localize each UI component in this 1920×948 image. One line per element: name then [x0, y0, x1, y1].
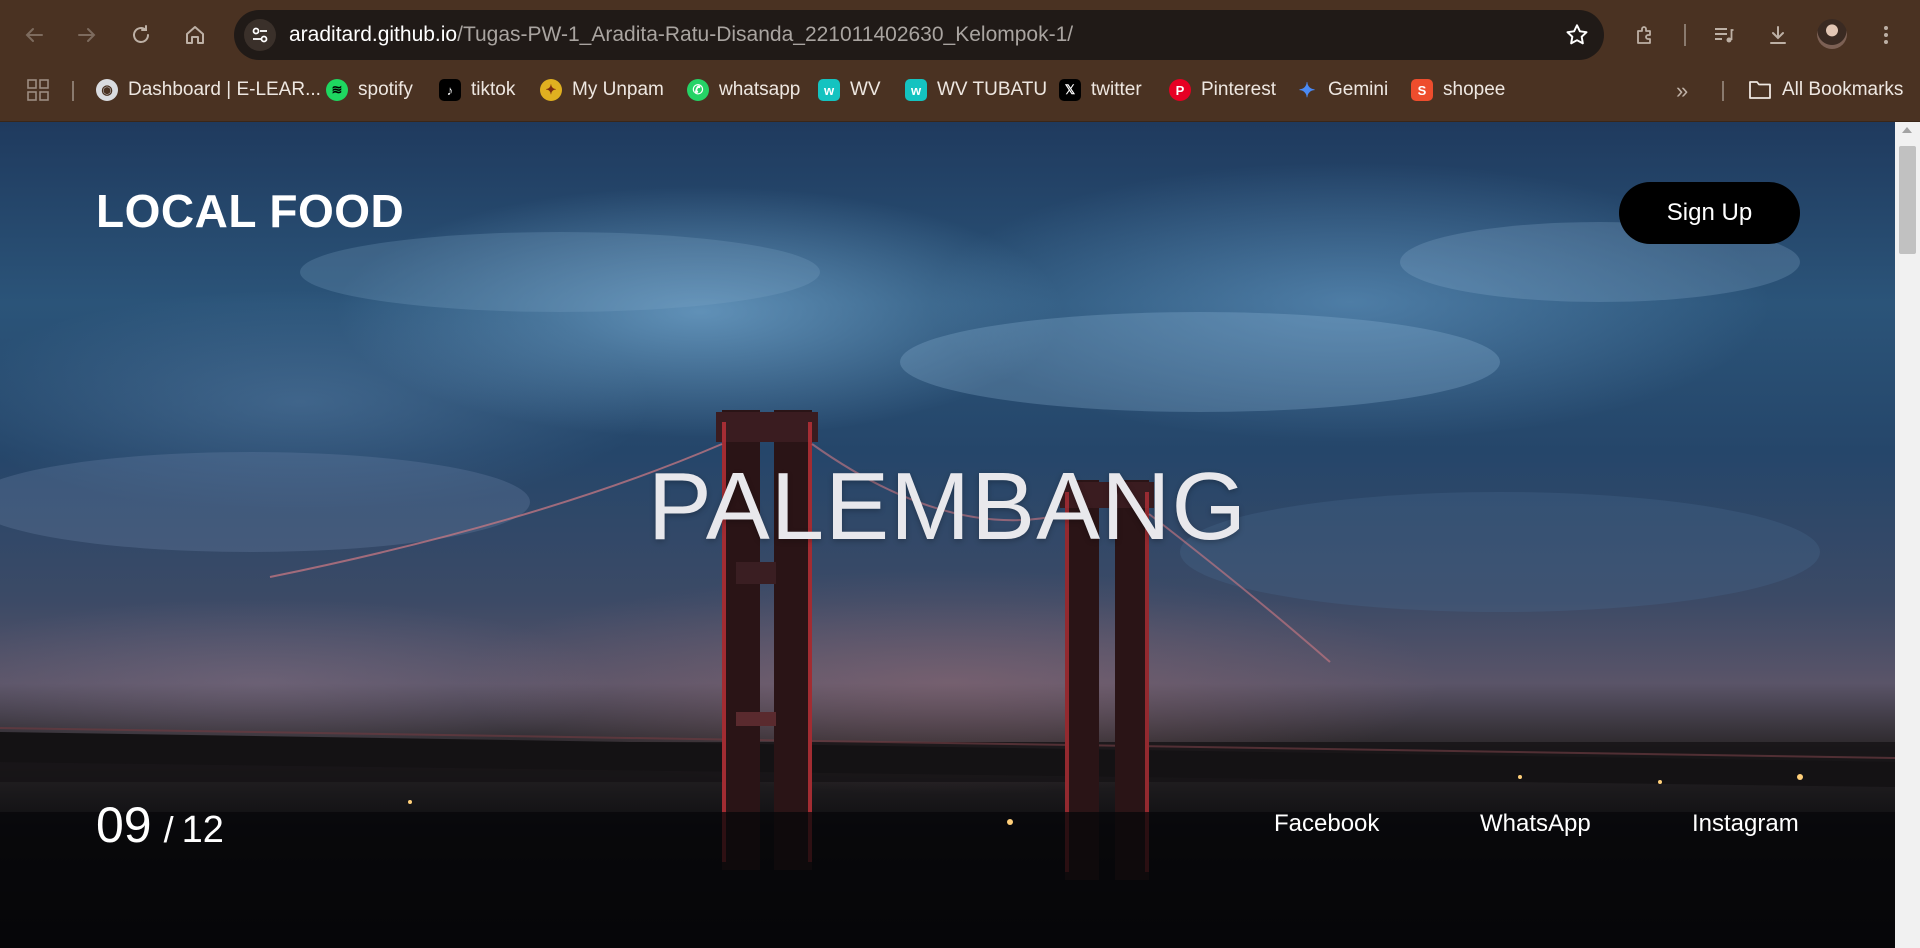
apps-grid-icon[interactable] [26, 78, 50, 102]
address-bar[interactable]: araditard.github.io/Tugas-PW-1_Aradita-R… [234, 10, 1604, 60]
wv-icon: w [905, 79, 927, 101]
bookmark-wv-tubatu[interactable]: w WV TUBATU [905, 75, 1047, 105]
gemini-icon: ✦ [1298, 79, 1316, 102]
bookmark-label: tiktok [471, 79, 516, 100]
x-icon: 𝕏 [1059, 79, 1081, 101]
slide-counter: 09 /12 [96, 796, 224, 854]
bookmarks-divider [1722, 81, 1724, 101]
puzzle-icon [1637, 26, 1651, 44]
browser-toolbar: araditard.github.io/Tugas-PW-1_Aradita-R… [0, 0, 1920, 70]
bookmark-spotify[interactable]: ≋ spotify [326, 75, 413, 105]
bookmark-label: whatsapp [719, 79, 801, 100]
reload-button[interactable] [121, 15, 161, 55]
bookmark-whatsapp[interactable]: ✆ whatsapp [687, 75, 800, 105]
reload-icon [133, 25, 149, 43]
profile-avatar[interactable] [1817, 19, 1847, 49]
bookmark-gemini[interactable]: ✦ Gemini [1296, 75, 1389, 105]
page-viewport: LOCAL FOOD Sign Up PALEMBANG 09 /12 Faceb… [0, 122, 1895, 948]
slide-total: 12 [181, 809, 224, 851]
arrow-right-icon [78, 28, 96, 42]
tune-icon [252, 27, 268, 43]
all-bookmarks-button[interactable]: All Bookmarks [1748, 75, 1903, 105]
home-icon [186, 26, 204, 44]
download-icon [1770, 26, 1786, 44]
bookmark-label: My Unpam [572, 79, 664, 100]
bookmark-label: WV [850, 79, 881, 100]
shopee-icon: S [1411, 79, 1433, 101]
bookmark-twitter[interactable]: 𝕏 twitter [1059, 75, 1142, 105]
pinterest-icon: P [1169, 79, 1191, 101]
home-button[interactable] [175, 15, 215, 55]
toolbar-divider [1684, 24, 1686, 46]
facebook-link[interactable]: Facebook [1274, 810, 1379, 838]
browser-menu-button[interactable] [1866, 15, 1906, 55]
whatsapp-icon: ✆ [687, 79, 709, 101]
url-text[interactable]: araditard.github.io/Tugas-PW-1_Aradita-R… [289, 10, 1073, 60]
globe-icon: ◉ [96, 79, 118, 101]
whatsapp-link[interactable]: WhatsApp [1480, 810, 1591, 838]
slide-separator: / [163, 809, 174, 850]
site-info-button[interactable] [244, 19, 276, 51]
spotify-icon: ≋ [326, 79, 348, 101]
scrollbar-thumb[interactable] [1899, 146, 1916, 254]
more-bookmarks-button[interactable]: » [1676, 78, 1688, 104]
bookmark-tiktok[interactable]: ♪ tiktok [439, 75, 515, 105]
all-bookmarks-label: All Bookmarks [1782, 79, 1904, 100]
sign-up-button[interactable]: Sign Up [1619, 182, 1800, 244]
bookmark-label: Pinterest [1201, 79, 1276, 100]
extensions-button[interactable] [1625, 15, 1665, 55]
url-path: /Tugas-PW-1_Aradita-Ratu-Disanda_2210114… [457, 23, 1074, 46]
slide-current: 09 [96, 797, 152, 853]
url-host: araditard.github.io [289, 23, 458, 46]
bookmark-star-icon[interactable] [1564, 22, 1590, 48]
folder-icon [1749, 81, 1771, 99]
downloads-button[interactable] [1758, 15, 1798, 55]
bookmark-shopee[interactable]: S shopee [1411, 75, 1505, 105]
instagram-link[interactable]: Instagram [1692, 810, 1799, 838]
back-button[interactable] [14, 15, 54, 55]
bookmark-label: spotify [358, 79, 413, 100]
wv-icon: w [818, 79, 840, 101]
bookmark-label: WV TUBATU [937, 79, 1048, 100]
tiktok-icon: ♪ [439, 79, 461, 101]
bookmark-label: Gemini [1328, 79, 1389, 100]
bookmark-label: twitter [1091, 79, 1142, 100]
bookmarks-divider [72, 81, 74, 101]
bookmark-my-unpam[interactable]: ✦ My Unpam [540, 75, 664, 105]
forward-button[interactable] [67, 15, 107, 55]
bookmark-pinterest[interactable]: P Pinterest [1169, 75, 1276, 105]
media-control-button[interactable] [1704, 15, 1744, 55]
hero-title: PALEMBANG [647, 453, 1248, 560]
queue-music-icon [1715, 28, 1734, 43]
bookmark-dashboard[interactable]: ◉ Dashboard | E-LEAR... [96, 75, 321, 105]
more-vert-icon [1884, 26, 1888, 44]
bookmark-label: Dashboard | E-LEAR... [128, 79, 321, 100]
scroll-up-arrow-icon[interactable] [1902, 127, 1912, 133]
arrow-left-icon [25, 28, 43, 42]
site-logo[interactable]: LOCAL FOOD [96, 184, 404, 238]
unpam-icon: ✦ [540, 79, 562, 101]
bookmark-wv[interactable]: w WV [818, 75, 881, 105]
bookmark-label: shopee [1443, 79, 1506, 100]
